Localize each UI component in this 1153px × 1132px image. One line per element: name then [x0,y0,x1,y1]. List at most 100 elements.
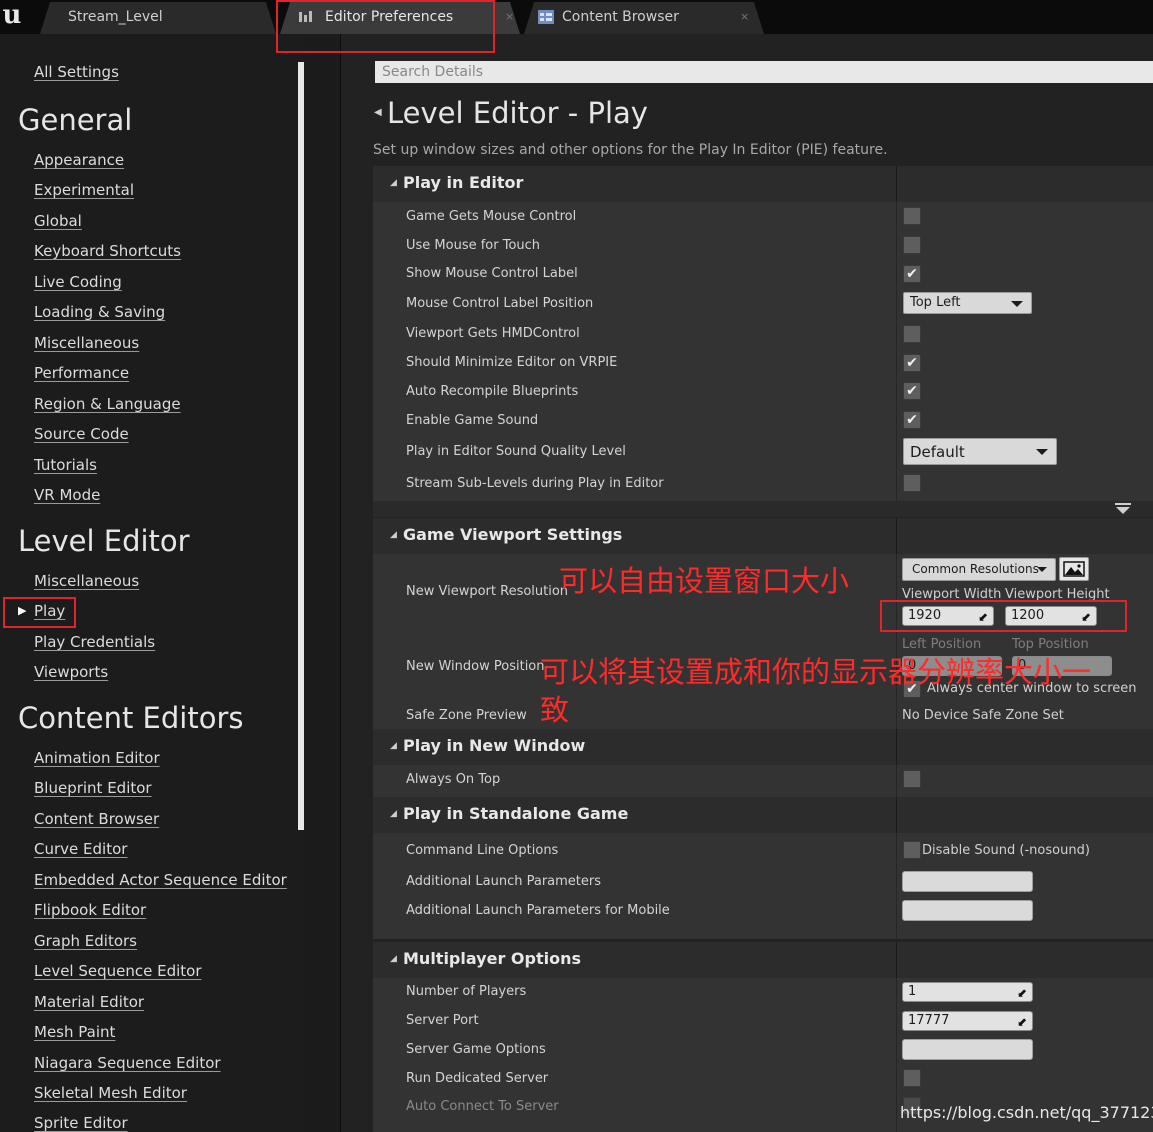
label-mouse-control-label-position: Mouse Control Label Position [406,296,594,311]
label-additional-launch-parameters: Additional Launch Parameters [406,874,602,889]
watermark-text: https://blog.csdn.net/qq_37712328 [900,1103,1153,1122]
nav-item-experimental[interactable]: Experimental [34,181,134,199]
nav-item-play-credentials[interactable]: Play Credentials [34,633,155,651]
label-server-port: Server Port [406,1013,479,1028]
checkbox-show-mouse-control-label[interactable]: ✔ [903,265,921,283]
close-icon[interactable]: × [740,2,749,32]
additional-launch-parameters-mobile-input[interactable] [902,900,1033,921]
annotation-monitor-resolution-line2: 致 [540,693,570,727]
checkbox-disable-sound[interactable] [903,841,921,859]
label-sound-quality-level: Play in Editor Sound Quality Level [406,444,626,459]
tab-stream-level[interactable]: Stream_Level [40,2,276,34]
section-title: Game Viewport Settings [403,525,623,544]
page-title: Level Editor - Play [387,96,648,130]
label-enable-game-sound: Enable Game Sound [406,413,539,428]
nav-item-embedded-actor-sequence-editor[interactable]: Embedded Actor Sequence Editor [34,871,287,889]
nav-all-settings[interactable]: All Settings [34,63,119,81]
swap-aspect-button[interactable] [1059,557,1089,581]
nav-item-tutorials[interactable]: Tutorials [34,456,97,474]
nav-item-sprite-editor[interactable]: Sprite Editor [34,1114,128,1132]
section-title: Play in New Window [403,736,586,755]
nav-item-miscellaneous[interactable]: Miscellaneous [34,334,139,352]
label-new-viewport-resolution: New Viewport Resolution [406,584,569,599]
section-title: Multiplayer Options [403,949,582,968]
nav-item-animation-editor[interactable]: Animation Editor [34,749,160,767]
dropdown-value: Common Resolutions [912,562,1039,576]
nav-item-mesh-paint[interactable]: Mesh Paint [34,1023,115,1041]
nav-item-graph-editors[interactable]: Graph Editors [34,932,137,950]
nav-item-blueprint-editor[interactable]: Blueprint Editor [34,779,152,797]
close-icon[interactable]: × [505,2,514,32]
label-command-line-options: Command Line Options [406,843,559,858]
label-show-mouse-control-label: Show Mouse Control Label [406,266,578,281]
section-header-game-viewport-settings[interactable]: ◢ Game Viewport Settings [373,518,1153,554]
check-icon: ✔ [906,383,918,399]
nav-item-skeletal-mesh-editor[interactable]: Skeletal Mesh Editor [34,1084,187,1102]
nav-scrollbar[interactable] [298,62,304,830]
collapse-icon[interactable]: ◀ [374,107,382,118]
nav-item-loading-saving[interactable]: Loading & Saving [34,303,165,321]
dropdown-value: Top Left [910,295,961,310]
nav-item-source-code[interactable]: Source Code [34,425,129,443]
nav-item-level-sequence-editor[interactable]: Level Sequence Editor [34,962,202,980]
checkbox-always-on-top[interactable] [903,770,921,788]
checkbox-viewport-gets-hmdcontrol[interactable] [903,325,921,343]
dropdown-sound-quality-level[interactable]: Default [903,438,1057,465]
unreal-logo-icon: u [2,0,22,30]
nav-item-global[interactable]: Global [34,212,82,230]
checkbox-enable-game-sound[interactable]: ✔ [903,411,921,429]
tab-content-browser[interactable]: Content Browser × [524,2,764,34]
highlight-box-editor-preferences [276,0,495,53]
checkbox-stream-sub-levels[interactable] [903,474,921,492]
checkbox-game-gets-mouse-control[interactable] [903,207,921,225]
nav-item-performance[interactable]: Performance [34,364,129,382]
section-header-multiplayer-options[interactable]: ◢ Multiplayer Options [373,942,1153,978]
label-use-mouse-for-touch: Use Mouse for Touch [406,238,541,253]
label-stream-sub-levels: Stream Sub-Levels during Play in Editor [406,476,664,491]
nav-item-le-miscellaneous[interactable]: Miscellaneous [34,572,139,590]
checkbox-use-mouse-for-touch[interactable] [903,236,921,254]
nav-item-material-editor[interactable]: Material Editor [34,993,144,1011]
additional-launch-parameters-input[interactable] [902,871,1033,892]
nav-item-curve-editor[interactable]: Curve Editor [34,840,127,858]
checkbox-should-minimize-editor[interactable]: ✔ [903,354,921,372]
nav-heading-general: General [18,103,133,137]
nav-item-appearance[interactable]: Appearance [34,151,124,169]
server-port-input[interactable]: 17777 ⬋ [902,1011,1033,1031]
nav-item-keyboard-shortcuts[interactable]: Keyboard Shortcuts [34,242,181,260]
page-subtitle: Set up window sizes and other options fo… [373,142,888,158]
nav-item-live-coding[interactable]: Live Coding [34,273,122,291]
server-game-options-input[interactable] [902,1039,1033,1060]
common-resolutions-dropdown[interactable]: Common Resolutions [902,558,1056,581]
input-value: 1 [908,984,917,999]
checkbox-run-dedicated-server[interactable] [903,1069,921,1087]
nav-item-flipbook-editor[interactable]: Flipbook Editor [34,901,146,919]
nav-item-viewports[interactable]: Viewports [34,663,108,681]
checkbox-auto-recompile-blueprints[interactable]: ✔ [903,382,921,400]
pane-splitter[interactable] [305,34,341,1132]
number-of-players-input[interactable]: 1 ⬋ [902,982,1033,1002]
annotation-window-size: 可以自由设置窗口大小 [559,564,850,598]
label-server-game-options: Server Game Options [406,1042,546,1057]
nav-item-niagara-sequence-editor[interactable]: Niagara Sequence Editor [34,1054,221,1072]
check-icon: ✔ [906,412,918,428]
section-header-play-in-editor[interactable]: ◢ Play in Editor [373,166,1153,202]
label-additional-launch-parameters-mobile: Additional Launch Parameters for Mobile [406,903,670,918]
dropdown-mouse-control-label-position[interactable]: Top Left [903,292,1032,314]
nav-item-content-browser[interactable]: Content Browser [34,810,159,828]
advanced-expander[interactable] [373,501,1153,517]
nav-item-vr-mode[interactable]: VR Mode [34,486,100,504]
nav-item-region-language[interactable]: Region & Language [34,395,181,413]
section-header-play-in-standalone[interactable]: ◢ Play in Standalone Game [373,797,1153,833]
chevron-down-icon [1037,567,1047,572]
check-icon: ✔ [906,355,918,371]
chevron-down-icon[interactable] [1116,507,1130,514]
section-header-play-in-new-window[interactable]: ◢ Play in New Window [373,729,1153,765]
label-should-minimize-editor-on-vrpie: Should Minimize Editor on VRPIE [406,355,618,370]
tab-bar: u Stream_Level Editor Preferences × Cont… [0,0,1153,34]
search-input[interactable]: Search Details [375,61,1153,83]
chevron-down-icon [1036,449,1048,455]
expand-icon: ◢ [390,954,397,964]
section-title: Play in Standalone Game [403,804,629,823]
input-value: 17777 [908,1013,950,1028]
